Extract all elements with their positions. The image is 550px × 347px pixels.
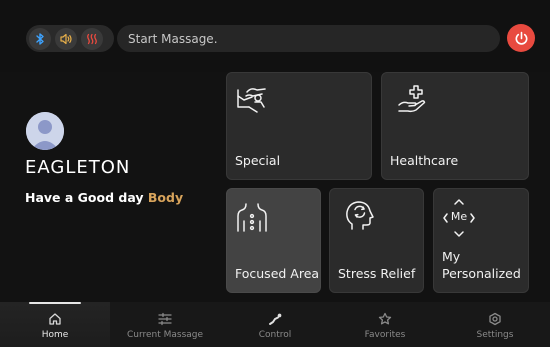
sound-icon[interactable] [55, 27, 77, 50]
star-icon [378, 312, 392, 325]
head-relief-icon [342, 199, 376, 237]
greeting-text: Have a Good day Body [25, 190, 183, 205]
nav-current-massage-label: Current Massage [126, 330, 204, 340]
start-massage-text: Start Massage. [128, 31, 218, 46]
gear-icon [489, 312, 501, 326]
nav-control[interactable]: Control [220, 302, 330, 347]
my-personalized-card[interactable]: Me My Personalized [433, 188, 529, 293]
nav-home[interactable]: Home [0, 302, 110, 347]
stress-relief-card[interactable]: Stress Relief [329, 188, 424, 293]
healthcare-card[interactable]: Healthcare [381, 72, 529, 180]
special-card[interactable]: Special [226, 72, 372, 180]
top-bar: Start Massage. [0, 0, 550, 72]
healthcare-hand-icon [396, 83, 430, 121]
bottom-nav: Home Current Massage Control Favorites S… [0, 302, 550, 347]
user-name: EAGLETON [25, 157, 131, 178]
my-personalized-line1: My [442, 249, 461, 264]
body-spine-icon [235, 201, 269, 239]
nav-favorites-label: Favorites [364, 330, 406, 340]
heat-icon[interactable] [81, 27, 103, 50]
special-label: Special [235, 153, 281, 168]
stress-relief-label: Stress Relief [338, 266, 416, 281]
avatar-icon[interactable] [26, 112, 64, 150]
nav-settings[interactable]: Settings [440, 302, 550, 347]
home-icon [49, 313, 61, 325]
bluetooth-icon[interactable] [29, 27, 51, 50]
power-button[interactable] [507, 24, 535, 52]
my-personalized-label: My Personalized [442, 248, 521, 282]
status-icons-group [26, 25, 114, 52]
massage-chair-icon [235, 85, 269, 121]
start-massage-bar[interactable]: Start Massage. [117, 25, 500, 52]
nav-control-label: Control [258, 330, 292, 340]
power-icon [515, 31, 527, 45]
nav-home-label: Home [41, 330, 69, 340]
nav-current-massage[interactable]: Current Massage [110, 302, 220, 347]
sliders-icon [158, 312, 172, 326]
nav-settings-label: Settings [476, 330, 514, 340]
me-text: Me [450, 210, 468, 223]
greeting-main: Have a Good day [25, 190, 144, 205]
healthcare-label: Healthcare [390, 153, 459, 168]
me-direction-icon: Me [442, 197, 476, 239]
focused-area-label: Focused Area [235, 266, 320, 281]
focused-area-card[interactable]: Focused Area [226, 188, 321, 293]
greeting-accent: Body [147, 190, 184, 205]
control-icon [269, 313, 282, 325]
nav-favorites[interactable]: Favorites [330, 302, 440, 347]
my-personalized-line2: Personalized [442, 266, 521, 281]
